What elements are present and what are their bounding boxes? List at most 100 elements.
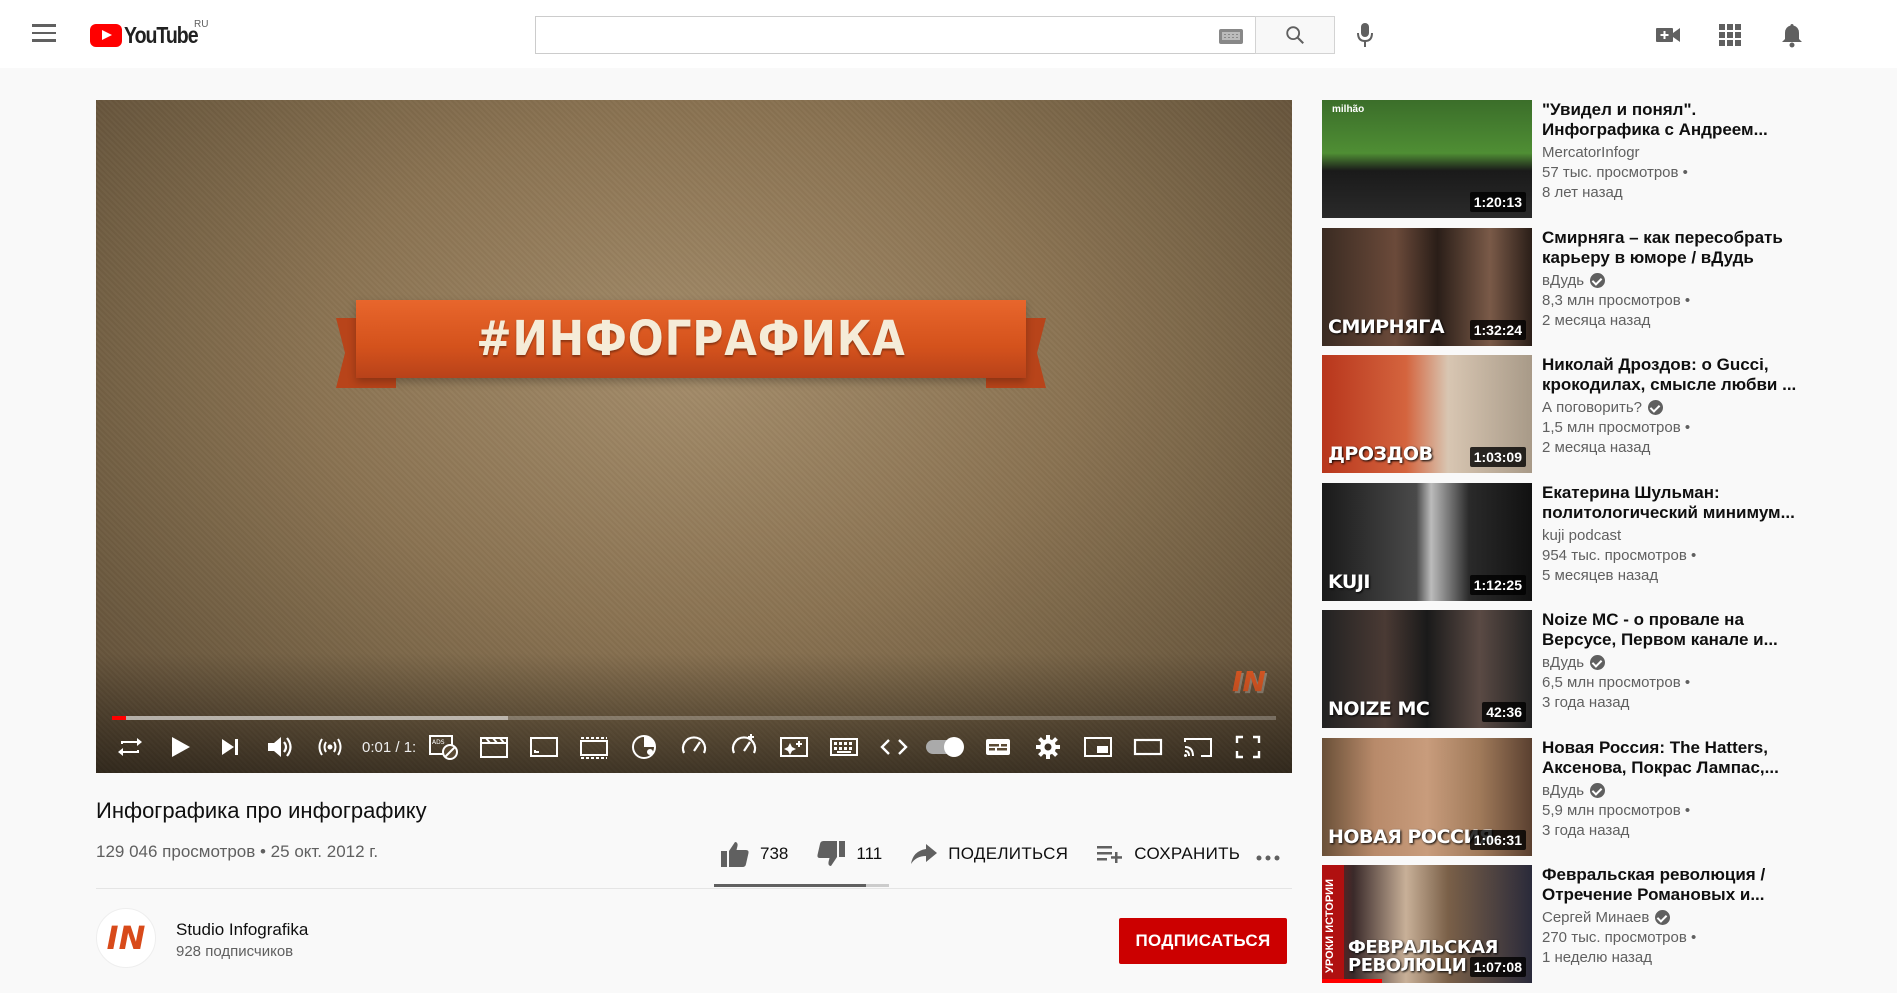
enhance-button[interactable] (774, 727, 814, 767)
player-controls: 0:01 / 1: ADS (110, 727, 1278, 767)
recommended-channel[interactable]: вДудь (1542, 654, 1584, 671)
play-button[interactable] (160, 727, 200, 767)
keyboard-icon[interactable] (1219, 29, 1243, 44)
recommended-title[interactable]: "Увидел и понял". Инфографика с Андреем.… (1542, 100, 1802, 140)
recommended-title[interactable]: Екатерина Шульман: политологический мини… (1542, 483, 1802, 523)
recommended-views: 954 тыс. просмотров • (1542, 546, 1697, 564)
recommended-title[interactable]: Новая Россия: The Hatters, Аксенова, Пок… (1542, 738, 1802, 778)
subscribe-button[interactable]: ПОДПИСАТЬСЯ (1119, 918, 1287, 964)
apps-grid-icon[interactable] (1717, 22, 1743, 48)
progress-bar[interactable] (112, 716, 1276, 720)
recommended-title[interactable]: Февральская революция / Отречение Романо… (1542, 865, 1802, 905)
banner-text: #ИНФОГРАФИКА (476, 311, 906, 367)
recommended-video[interactable]: KUJI 1:12:25 Екатерина Шульман: политологи… (1322, 482, 1802, 611)
sparkle-plus-icon (780, 737, 809, 757)
aspect-button[interactable] (524, 727, 564, 767)
video-thumbnail[interactable]: milhão 1:20:13 (1322, 100, 1532, 218)
recommended-channel[interactable]: вДудь (1542, 782, 1584, 799)
next-button[interactable] (210, 727, 250, 767)
video-duration: 1:07:08 (1469, 957, 1526, 977)
video-thumbnail[interactable]: СМИРНЯГА 1:32:24 (1322, 227, 1532, 346)
recommended-age: 1 неделю назад (1542, 949, 1653, 966)
autoplay-toggle[interactable] (924, 727, 965, 767)
save-button[interactable]: СОХРАНИТЬ (1096, 842, 1240, 866)
theater-icon (1133, 738, 1163, 756)
color-filter-button[interactable] (624, 727, 664, 767)
subscriber-count: 928 подписчиков (176, 943, 294, 960)
recommended-views: 8,3 млн просмотров • (1542, 291, 1691, 309)
more-actions-icon[interactable] (1254, 848, 1282, 868)
keyboard-shortcuts-button[interactable] (824, 727, 864, 767)
video-thumbnail[interactable]: KUJI 1:12:25 (1322, 482, 1532, 601)
video-duration: 42:36 (1482, 702, 1526, 722)
share-arrow-icon (911, 844, 938, 864)
audio-wave-icon (318, 738, 342, 756)
recommended-title[interactable]: Noize MC - о провале на Версусе, Первом … (1542, 610, 1802, 650)
recommended-channel[interactable]: MercatorInfogr (1542, 144, 1640, 161)
video-thumbnail[interactable]: NOIZE MC 42:36 (1322, 610, 1532, 728)
miniplayer-icon (1084, 737, 1112, 757)
next-icon (222, 739, 238, 755)
verified-check-icon (1590, 272, 1606, 288)
playlist-add-icon (1097, 846, 1123, 863)
top-bar: YouTube RU (0, 0, 1897, 68)
series-tag: УРОКИ ИСТОРИИ (1324, 879, 1336, 973)
video-title: Инфографика про инфографику (96, 798, 427, 823)
volume-button[interactable] (260, 727, 300, 767)
loop-button[interactable] (110, 727, 150, 767)
video-thumbnail[interactable]: НОВАЯ РОССИЯ 1:06:31 (1322, 737, 1532, 856)
share-button[interactable]: ПОДЕЛИТЬСЯ (910, 842, 1068, 866)
save-label: СОХРАНИТЬ (1134, 844, 1241, 863)
recommended-video[interactable]: УРОКИ ИСТОРИИ ФЕВРАЛЬСКАЯ РЕВОЛЮЦИ 1:07:08… (1322, 865, 1802, 993)
recommended-video[interactable]: NOIZE MC 42:36 Noize MC - о провале на Вер… (1322, 610, 1802, 738)
recommended-title[interactable]: Николай Дроздов: о Gucci, крокодилах, см… (1542, 355, 1802, 395)
search-button[interactable] (1255, 16, 1335, 54)
miniplayer-button[interactable] (1078, 727, 1118, 767)
clip-button[interactable] (474, 727, 514, 767)
thumbnail-caption: СМИРНЯГА (1328, 315, 1445, 338)
video-player[interactable]: #ИНФОГРАФИКА IN 0:01 / 1: ADS (96, 100, 1292, 773)
recommended-video[interactable]: milhão 1:20:13 "Увидел и понял". Инфографи… (1322, 100, 1802, 228)
audio-track-button[interactable] (310, 727, 350, 767)
channel-avatar[interactable]: IN (96, 908, 156, 968)
frame-button[interactable] (574, 727, 614, 767)
search-input[interactable] (535, 16, 1255, 54)
ad-block-button[interactable]: ADS (424, 727, 464, 767)
subtitles-button[interactable] (978, 727, 1018, 767)
recommended-views: 270 тыс. просмотров • (1542, 929, 1697, 946)
verified-check-icon (1590, 655, 1606, 670)
toggle-switch-icon (926, 737, 965, 757)
microphone-icon[interactable] (1355, 22, 1375, 48)
menu-icon[interactable] (32, 24, 56, 44)
video-duration: 1:06:31 (1469, 829, 1526, 850)
recommended-channel[interactable]: kuji podcast (1542, 527, 1621, 544)
video-thumbnail[interactable]: ДРОЗДОВ 1:03:09 (1322, 355, 1532, 473)
recommended-channel[interactable]: вДудь (1542, 272, 1584, 289)
settings-button[interactable] (1028, 727, 1068, 767)
svg-text:ADS: ADS (432, 739, 445, 746)
recommended-video[interactable]: НОВАЯ РОССИЯ 1:06:31 Новая Россия: The Hat… (1322, 737, 1802, 866)
like-button[interactable]: 738 (720, 840, 788, 868)
cast-button[interactable] (1178, 727, 1218, 767)
dislike-button[interactable]: 111 (816, 840, 882, 868)
recommended-video[interactable]: СМИРНЯГА 1:32:24 Смирняга – как пересобрат… (1322, 227, 1802, 356)
recommended-channel[interactable]: Сергей Минаев (1542, 909, 1649, 926)
create-video-icon[interactable] (1655, 22, 1681, 48)
recommended-channel[interactable]: А поговорить? (1542, 399, 1642, 416)
recommended-title[interactable]: Смирняга – как пересобрать карьеру в юмо… (1542, 228, 1802, 268)
video-thumbnail[interactable]: УРОКИ ИСТОРИИ ФЕВРАЛЬСКАЯ РЕВОЛЮЦИ 1:07:08 (1322, 865, 1532, 983)
theater-mode-button[interactable] (1128, 727, 1168, 767)
thumbnail-caption: НОВАЯ РОССИЯ (1328, 825, 1493, 848)
notifications-bell-icon[interactable] (1779, 22, 1805, 48)
fullscreen-button[interactable] (1228, 727, 1268, 767)
speed-boost-button[interactable] (724, 727, 764, 767)
recommendations-list: milhão 1:20:13 "Увидел и понял". Инфографи… (1322, 100, 1802, 993)
aspect-ratio-icon (530, 737, 559, 757)
embed-button[interactable] (874, 727, 914, 767)
youtube-logo[interactable]: YouTube RU (90, 19, 211, 49)
channel-name[interactable]: Studio Infografika (176, 920, 308, 940)
recommended-video[interactable]: ДРОЗДОВ 1:03:09 Николай Дроздов: о Gucci, … (1322, 355, 1802, 483)
recommended-age: 2 месяца назад (1542, 311, 1651, 329)
thumbs-up-icon (721, 842, 749, 867)
speed-button[interactable] (674, 727, 714, 767)
